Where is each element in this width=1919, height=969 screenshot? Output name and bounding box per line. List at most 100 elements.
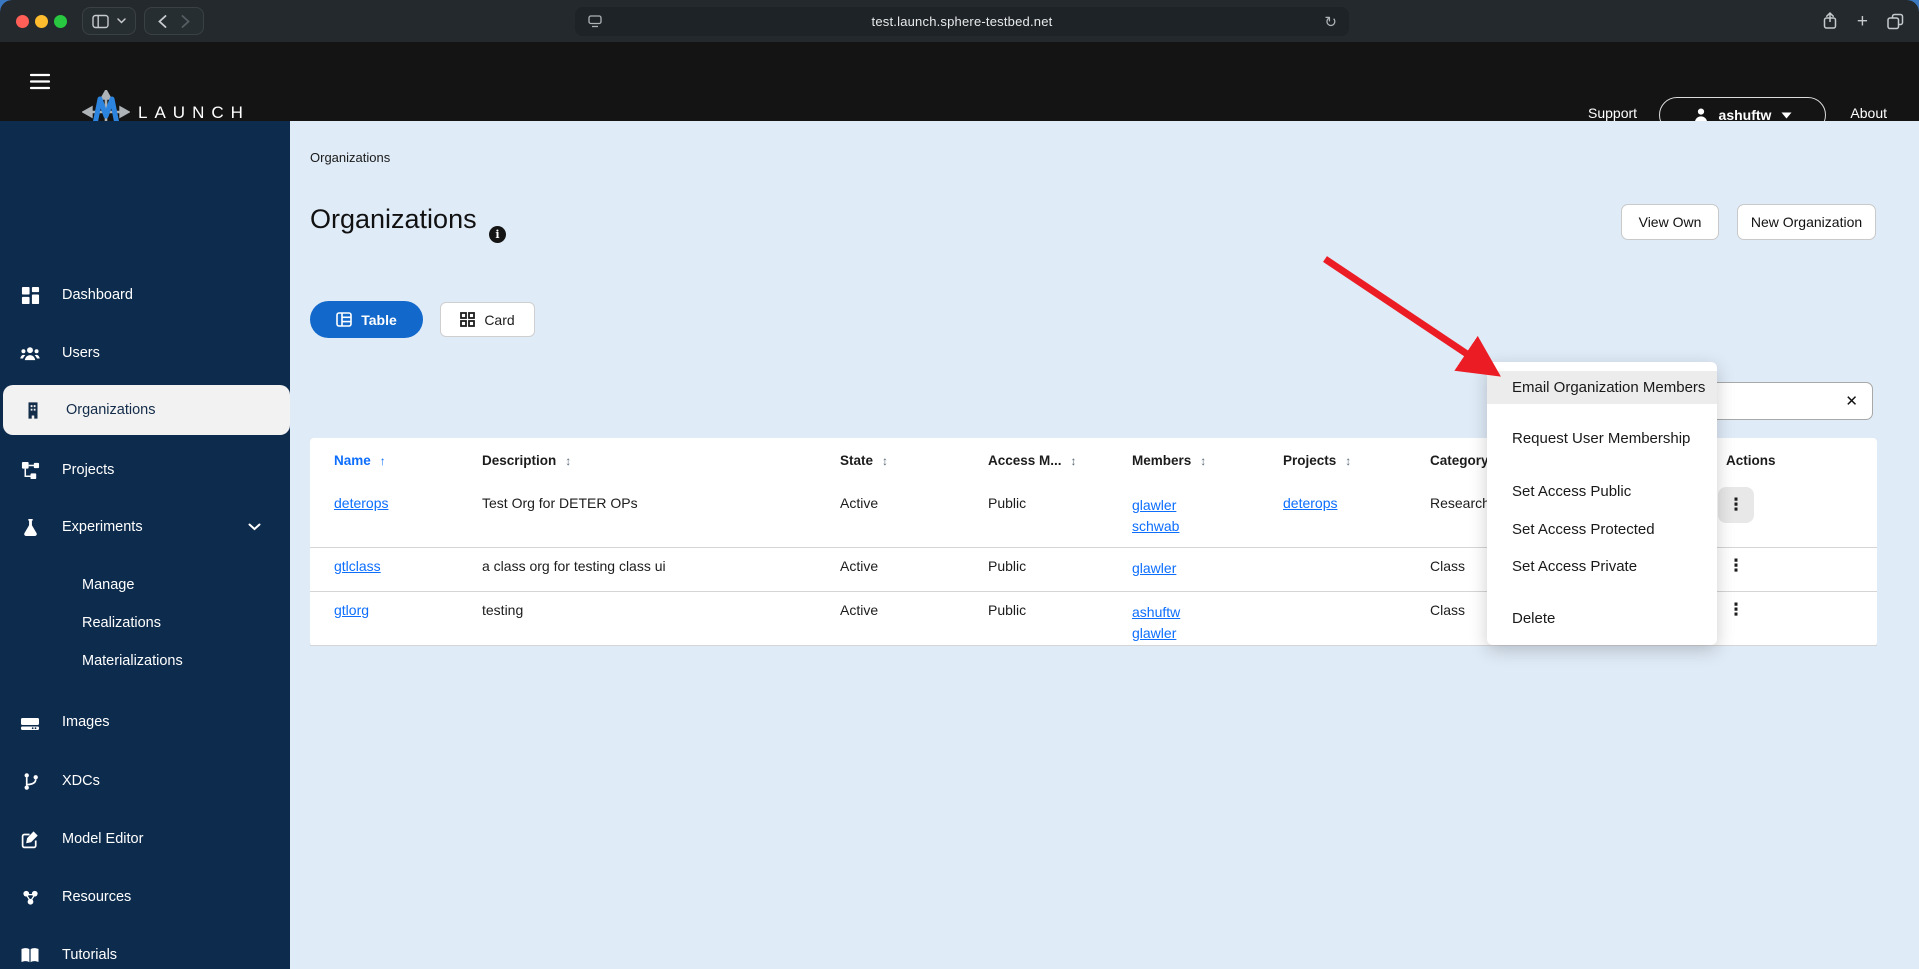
sidebar-item-model-editor[interactable]: Model Editor	[0, 819, 290, 859]
reload-icon[interactable]: ↻	[1324, 13, 1337, 31]
column-header-access-mode[interactable]: Access M... ↕	[988, 453, 1077, 468]
org-description: Test Org for DETER OPs	[482, 495, 638, 511]
table-bottom-border	[310, 645, 1877, 646]
branch-icon	[20, 771, 40, 791]
sort-asc-icon[interactable]: ↑	[380, 454, 386, 468]
sidebar-item-xdcs[interactable]: XDCs	[0, 761, 290, 801]
sidebar-item-label: Organizations	[66, 402, 156, 418]
address-bar[interactable]: test.launch.sphere-testbed.net ↻	[575, 7, 1349, 36]
table-view-label: Table	[361, 311, 397, 328]
row-actions-kebab-button[interactable]: ⋮	[1718, 548, 1754, 584]
sidebar-item-images[interactable]: Images	[0, 702, 290, 742]
sidebar-panel-icon	[91, 14, 109, 29]
minimize-window-button[interactable]	[35, 15, 48, 28]
org-access-mode: Public	[988, 495, 1027, 511]
column-header-members[interactable]: Members ↕	[1132, 453, 1206, 468]
sidebar-item-resources[interactable]: Resources	[0, 877, 290, 917]
info-icon[interactable]: i	[489, 226, 506, 243]
card-view-toggle[interactable]: Card	[440, 302, 535, 337]
sort-icon[interactable]: ↕	[1345, 454, 1351, 468]
browser-nav-buttons	[144, 7, 204, 35]
new-organization-button[interactable]: New Organization	[1737, 204, 1876, 240]
menu-item-set-access-protected[interactable]: Set Access Protected	[1487, 513, 1717, 546]
sidebar-item-tutorials[interactable]: Tutorials	[0, 935, 290, 969]
sidebar-item-realizations[interactable]: Realizations	[0, 605, 290, 641]
org-name-link[interactable]: deterops	[334, 495, 388, 511]
org-category: Research	[1430, 495, 1490, 511]
project-link[interactable]: deterops	[1283, 495, 1337, 511]
row-actions-kebab-button[interactable]: ⋮	[1718, 487, 1754, 523]
org-name-link[interactable]: gtlorg	[334, 602, 369, 618]
page-title: Organizations	[310, 204, 477, 234]
book-icon	[20, 945, 40, 965]
org-state: Active	[840, 558, 879, 574]
org-description: testing	[482, 602, 524, 618]
sort-icon[interactable]: ↕	[1071, 454, 1077, 468]
sidebar-item-dashboard[interactable]: Dashboard	[0, 275, 290, 315]
member-link[interactable]: glawler	[1132, 623, 1180, 644]
about-link[interactable]: About	[1850, 105, 1887, 121]
member-link[interactable]: glawler	[1132, 495, 1179, 516]
sidebar-item-label: Images	[62, 714, 110, 730]
zoom-window-button[interactable]	[54, 15, 67, 28]
drive-icon	[20, 712, 40, 732]
browser-chrome: test.launch.sphere-testbed.net ↻ +	[0, 0, 1919, 42]
sidebar-nav: Dashboard Users Organizations Projects E	[0, 121, 290, 969]
sidebar-item-label: Resources	[62, 889, 132, 905]
logo-text: LAUNCH	[138, 103, 250, 122]
support-link[interactable]: Support	[1588, 105, 1637, 121]
back-button[interactable]	[158, 14, 167, 28]
member-link[interactable]: glawler	[1132, 558, 1176, 579]
sidebar-item-label: Projects	[62, 462, 115, 478]
sidebar-item-label: Materializations	[82, 653, 183, 669]
hamburger-menu-icon[interactable]	[30, 73, 50, 90]
org-name-link[interactable]: gtlclass	[334, 558, 381, 574]
column-header-name[interactable]: Name ↑	[334, 453, 386, 468]
sort-icon[interactable]: ↕	[1200, 454, 1206, 468]
menu-item-request-user-membership[interactable]: Request User Membership	[1487, 422, 1717, 455]
sort-icon[interactable]: ↕	[565, 454, 571, 468]
chevron-down-icon	[117, 18, 127, 24]
forward-button[interactable]	[181, 14, 190, 28]
clear-filter-icon[interactable]: ✕	[1845, 392, 1858, 410]
menu-item-email-organization-members[interactable]: Email Organization Members	[1487, 371, 1717, 404]
new-tab-icon[interactable]: +	[1857, 12, 1868, 31]
edit-icon	[20, 829, 40, 849]
sitemap-icon	[20, 460, 40, 480]
sidebar-item-materializations[interactable]: Materializations	[0, 643, 290, 679]
sidebar-item-label: Experiments	[62, 519, 143, 535]
menu-item-delete[interactable]: Delete	[1487, 602, 1717, 635]
row-actions-kebab-button[interactable]: ⋮	[1718, 592, 1754, 628]
app-header: LAUNCH Support ashuftw About	[0, 42, 1919, 134]
table-view-toggle[interactable]: Table	[310, 301, 423, 338]
org-description: a class org for testing class ui	[482, 558, 666, 574]
card-view-label: Card	[484, 311, 515, 328]
member-link[interactable]: schwab	[1132, 516, 1179, 537]
cluster-icon	[20, 887, 40, 907]
sidebar-item-organizations[interactable]: Organizations	[3, 385, 290, 435]
sidebar-item-users[interactable]: Users	[0, 333, 290, 373]
breadcrumb: Organizations	[310, 150, 391, 165]
chevron-down-icon	[248, 523, 261, 531]
member-link[interactable]: ashuftw	[1132, 602, 1180, 623]
users-icon	[20, 343, 40, 363]
column-header-projects[interactable]: Projects ↕	[1283, 453, 1351, 468]
column-header-description[interactable]: Description ↕	[482, 453, 571, 468]
sidebar-item-experiments[interactable]: Experiments	[0, 507, 290, 547]
share-icon[interactable]	[1821, 11, 1839, 31]
page-settings-icon[interactable]	[588, 15, 602, 28]
menu-item-set-access-public[interactable]: Set Access Public	[1487, 475, 1717, 508]
browser-sidebar-toggle[interactable]	[82, 7, 136, 35]
org-category: Class	[1430, 602, 1466, 618]
column-header-actions: Actions	[1726, 453, 1776, 468]
screen: test.launch.sphere-testbed.net ↻ + LAUNC…	[0, 0, 1919, 969]
org-members: glawler schwab	[1132, 495, 1179, 537]
sort-icon[interactable]: ↕	[882, 454, 888, 468]
view-own-button[interactable]: View Own	[1621, 204, 1719, 240]
column-header-state[interactable]: State ↕	[840, 453, 888, 468]
tab-overview-icon[interactable]	[1886, 12, 1905, 31]
sidebar-item-manage[interactable]: Manage	[0, 567, 290, 603]
close-window-button[interactable]	[16, 15, 29, 28]
menu-item-set-access-private[interactable]: Set Access Private	[1487, 550, 1717, 583]
sidebar-item-projects[interactable]: Projects	[0, 450, 290, 490]
